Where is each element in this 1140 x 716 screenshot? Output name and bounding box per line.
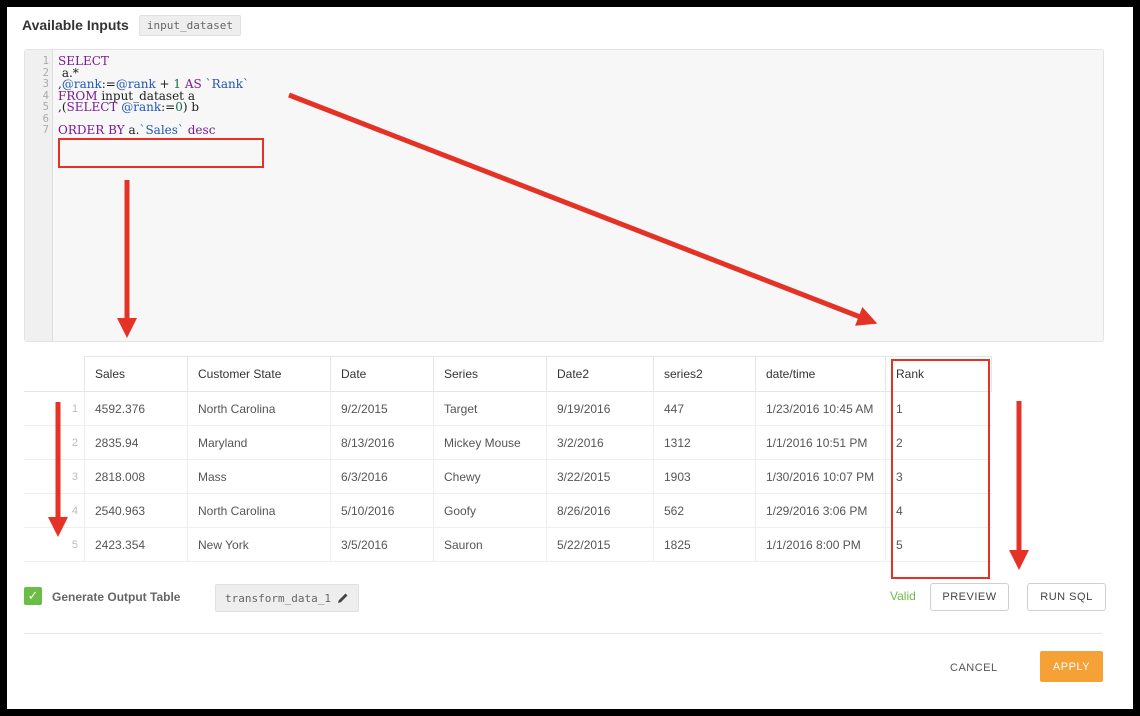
line-number-gutter: 1 2 3 4 5 6 7 bbox=[25, 50, 53, 341]
row-index: 5 bbox=[24, 527, 85, 562]
identifier: `Rank` bbox=[205, 77, 250, 91]
table-cell: 8/13/2016 bbox=[330, 425, 434, 460]
table-cell: 1 bbox=[885, 391, 992, 426]
table-header-row: Sales Customer State Date Series Date2 s… bbox=[24, 356, 992, 392]
table-cell: North Carolina bbox=[187, 493, 331, 528]
output-table-name[interactable]: transform_data_1 bbox=[215, 584, 359, 612]
table-cell: 2818.008 bbox=[84, 459, 188, 494]
keyword: SELECT bbox=[66, 100, 118, 114]
table-cell: 2423.354 bbox=[84, 527, 188, 562]
table-cell: Mickey Mouse bbox=[433, 425, 547, 460]
table-cell: 1/23/2016 10:45 AM bbox=[755, 391, 886, 426]
table-cell: North Carolina bbox=[187, 391, 331, 426]
identifier: `Sales` bbox=[139, 123, 184, 137]
column-header[interactable]: date/time bbox=[755, 356, 886, 392]
code-area[interactable]: SELECT a.* ,@rank:=@rank + 1 AS `Rank` F… bbox=[58, 50, 249, 137]
code-line-5: ,(SELECT @rank:=0) b bbox=[58, 100, 249, 114]
row-index: 1 bbox=[24, 391, 85, 426]
keyword: ORDER BY bbox=[58, 123, 125, 137]
line-number: 5 bbox=[42, 101, 49, 113]
table-cell: Chewy bbox=[433, 459, 547, 494]
preview-table: Sales Customer State Date Series Date2 s… bbox=[24, 356, 992, 562]
table-cell: 5/10/2016 bbox=[330, 493, 434, 528]
line-number: 1 bbox=[42, 55, 49, 67]
table-cell: New York bbox=[187, 527, 331, 562]
table-cell: 4 bbox=[885, 493, 992, 528]
column-header[interactable]: Customer State bbox=[187, 356, 331, 392]
table-cell: 3/5/2016 bbox=[330, 527, 434, 562]
variable: @rank bbox=[121, 100, 162, 114]
run-sql-button[interactable]: RUN SQL bbox=[1027, 583, 1106, 611]
line-number: 7 bbox=[42, 124, 49, 136]
column-header[interactable]: Date bbox=[330, 356, 434, 392]
table-cell: 3/2/2016 bbox=[546, 425, 654, 460]
check-icon: ✓ bbox=[27, 588, 39, 603]
keyword: desc bbox=[187, 123, 216, 137]
code-text: ,( bbox=[58, 100, 67, 114]
table-cell: 1/1/2016 10:51 PM bbox=[755, 425, 886, 460]
table-cell: 1/29/2016 3:06 PM bbox=[755, 493, 886, 528]
footer-divider bbox=[24, 633, 1102, 634]
table-cell: 3 bbox=[885, 459, 992, 494]
table-cell: 1312 bbox=[653, 425, 756, 460]
sql-status: Valid bbox=[890, 589, 916, 603]
table-row: 3 2818.008 Mass 6/3/2016 Chewy 3/22/2015… bbox=[24, 459, 992, 494]
table-cell: 8/26/2016 bbox=[546, 493, 654, 528]
code-text: ) b bbox=[182, 100, 200, 114]
output-controls: ✓ Generate Output Table transform_data_1… bbox=[24, 583, 1106, 613]
table-row: 1 4592.376 North Carolina 9/2/2015 Targe… bbox=[24, 391, 992, 426]
table-cell: Goofy bbox=[433, 493, 547, 528]
apply-button[interactable]: APPLY bbox=[1040, 651, 1103, 682]
table-cell: 9/2/2015 bbox=[330, 391, 434, 426]
table-cell: 1825 bbox=[653, 527, 756, 562]
cancel-button[interactable]: CANCEL bbox=[950, 662, 998, 674]
table-cell: 5 bbox=[885, 527, 992, 562]
number: 0 bbox=[175, 100, 183, 114]
table-row: 4 2540.963 North Carolina 5/10/2016 Goof… bbox=[24, 493, 992, 528]
table-row: 5 2423.354 New York 3/5/2016 Sauron 5/22… bbox=[24, 527, 992, 562]
table-cell: Sauron bbox=[433, 527, 547, 562]
preview-table-container: Sales Customer State Date Series Date2 s… bbox=[24, 356, 992, 562]
table-cell: 1903 bbox=[653, 459, 756, 494]
table-cell: 9/19/2016 bbox=[546, 391, 654, 426]
row-index: 2 bbox=[24, 425, 85, 460]
table-cell: 447 bbox=[653, 391, 756, 426]
table-cell: 6/3/2016 bbox=[330, 459, 434, 494]
output-table-name-text: transform_data_1 bbox=[225, 591, 331, 605]
generate-output-label: Generate Output Table bbox=[52, 590, 181, 604]
line-number: 3 bbox=[42, 78, 49, 90]
code-line-1: SELECT bbox=[58, 55, 249, 68]
sql-editor[interactable]: 1 2 3 4 5 6 7 SELECT a.* ,@rank:=@rank +… bbox=[24, 49, 1104, 342]
table-cell: Target bbox=[433, 391, 547, 426]
column-header[interactable]: Series bbox=[433, 356, 547, 392]
code-text: a. bbox=[124, 123, 140, 137]
table-cell: 1/1/2016 8:00 PM bbox=[755, 527, 886, 562]
generate-output-checkbox[interactable]: ✓ bbox=[24, 587, 42, 605]
table-cell: 2 bbox=[885, 425, 992, 460]
table-cell: 1/30/2016 10:07 PM bbox=[755, 459, 886, 494]
input-dataset-chip[interactable]: input_dataset bbox=[138, 14, 241, 36]
table-cell: 4592.376 bbox=[84, 391, 188, 426]
table-cell: 5/22/2015 bbox=[546, 527, 654, 562]
column-header[interactable]: Date2 bbox=[546, 356, 654, 392]
table-row: 2 2835.94 Maryland 8/13/2016 Mickey Mous… bbox=[24, 425, 992, 460]
table-cell: 3/22/2015 bbox=[546, 459, 654, 494]
code-text: := bbox=[161, 100, 176, 114]
table-cell: Mass bbox=[187, 459, 331, 494]
table-cell: Maryland bbox=[187, 425, 331, 460]
row-index: 3 bbox=[24, 459, 85, 494]
table-cell: 2540.963 bbox=[84, 493, 188, 528]
column-header[interactable]: Rank bbox=[885, 356, 992, 392]
row-index: 4 bbox=[24, 493, 85, 528]
preview-button[interactable]: PREVIEW bbox=[930, 583, 1009, 611]
code-line-7: ORDER BY a.`Sales` desc bbox=[58, 123, 249, 137]
header: Available Inputs input_dataset bbox=[22, 13, 241, 37]
pencil-icon[interactable] bbox=[337, 592, 349, 604]
available-inputs-title: Available Inputs bbox=[22, 17, 129, 33]
row-index-header bbox=[24, 356, 85, 392]
column-header[interactable]: Sales bbox=[84, 356, 188, 392]
table-cell: 562 bbox=[653, 493, 756, 528]
table-cell: 2835.94 bbox=[84, 425, 188, 460]
column-header[interactable]: series2 bbox=[653, 356, 756, 392]
